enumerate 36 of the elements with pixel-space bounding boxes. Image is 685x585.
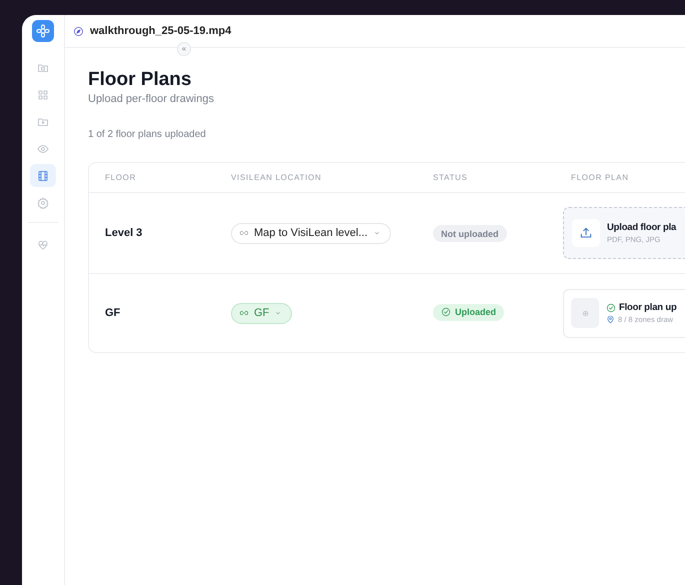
app-logo <box>32 20 54 42</box>
column-header: FLOOR PLAN <box>570 173 630 182</box>
status-badge: Not uploaded <box>433 225 506 242</box>
status-badge: Uploaded <box>433 304 504 321</box>
film-icon <box>37 170 49 182</box>
page-subtitle: Upload per-floor drawings <box>88 93 215 105</box>
heart-pulse-icon <box>37 238 49 250</box>
sidebar-item[interactable] <box>30 164 56 187</box>
location-dropdown[interactable]: GF <box>231 302 292 324</box>
caret-icon <box>274 309 282 317</box>
column-header: VISILEAN LOCATION <box>230 173 322 182</box>
upload-summary: 1 of 2 floor plans uploaded <box>88 129 207 140</box>
column-header: FLOOR <box>104 173 138 182</box>
upload-icon <box>579 226 593 240</box>
check-circle-icon <box>606 302 616 312</box>
eye-icon <box>37 142 49 154</box>
plan-status-label: Floor plan up <box>619 302 677 313</box>
file-title: walkthrough_25-05-19.mp4 <box>90 25 232 37</box>
upload-label: Upload floor pla <box>607 222 676 233</box>
grid-icon <box>37 88 49 100</box>
column-header: STATUS <box>432 173 469 182</box>
compass-icon <box>73 26 84 36</box>
link-icon <box>239 308 249 318</box>
target-icon <box>580 308 590 318</box>
check-circle-icon <box>441 307 451 318</box>
floor-name: Level 3 <box>104 227 144 239</box>
map-pin-icon <box>606 315 615 324</box>
link-icon <box>239 228 249 238</box>
folder-icon <box>37 116 49 128</box>
page-title: Floor Plans <box>88 68 192 92</box>
collapse-button[interactable]: « <box>177 42 191 56</box>
folder-icon <box>37 62 49 74</box>
settings-icon <box>37 196 49 208</box>
caret-icon <box>372 229 381 237</box>
floor-name: GF <box>104 307 122 319</box>
location-dropdown[interactable]: Map to VisiLean level... <box>231 222 391 244</box>
